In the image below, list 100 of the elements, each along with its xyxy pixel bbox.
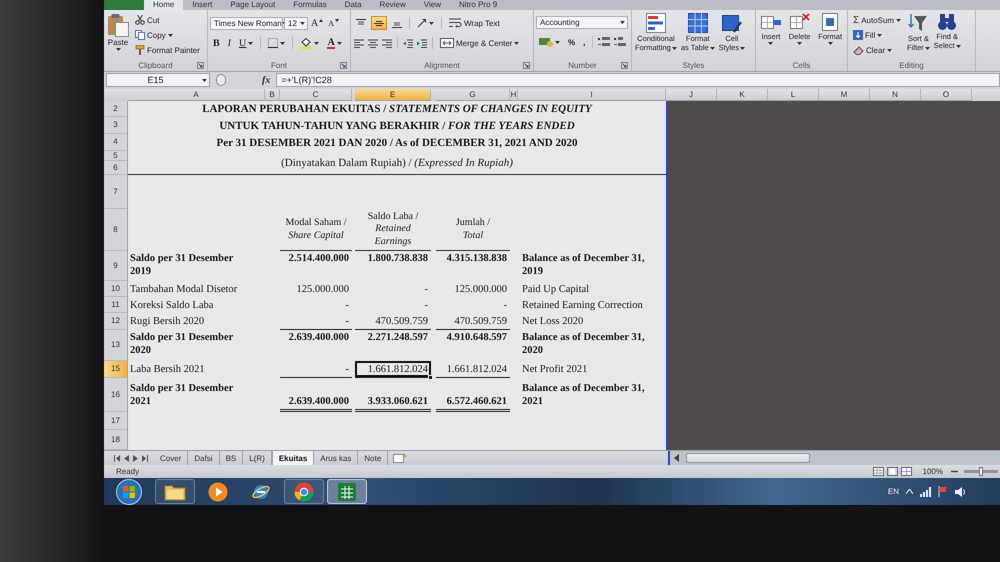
ribbon-tab[interactable]: Home (144, 0, 184, 10)
align-right-icon[interactable] (382, 38, 392, 48)
language-indicator[interactable]: EN (888, 487, 899, 496)
row-header[interactable]: 6 (104, 161, 128, 175)
page-break-view-icon[interactable] (900, 467, 912, 476)
row-header[interactable]: 10 (104, 281, 128, 297)
flag-icon[interactable] (938, 486, 948, 497)
cut-button[interactable]: Cut (132, 13, 203, 27)
ribbon-tab[interactable]: View (414, 0, 450, 10)
sheet-tab[interactable]: Ekuitas (272, 451, 314, 465)
column-header[interactable]: C (280, 89, 352, 101)
caret-icon (555, 40, 560, 44)
speaker-icon[interactable] (955, 486, 966, 496)
font-size-field[interactable]: 12 (284, 16, 308, 30)
increase-indent-icon[interactable] (417, 38, 427, 48)
percent-button[interactable]: % (565, 35, 578, 49)
round-handle-icon[interactable] (216, 74, 226, 86)
formula-field[interactable]: =+'L(R)'!C28 (276, 73, 1000, 87)
grow-font-button[interactable]: A (309, 16, 326, 30)
scroll-left-icon[interactable] (674, 454, 680, 462)
zoom-level-button[interactable]: 100% (922, 467, 943, 476)
decrease-indent-icon[interactable] (403, 38, 413, 48)
italic-button[interactable]: I (224, 36, 234, 50)
start-orb-icon[interactable] (116, 478, 142, 504)
previous-sheet-icon[interactable] (124, 454, 129, 462)
dialog-launcher-icon[interactable] (340, 62, 347, 69)
ribbon-tab[interactable]: Page Layout (221, 0, 284, 10)
copy-button[interactable]: Copy (132, 28, 203, 42)
taskbar-button[interactable] (327, 479, 367, 504)
autosum-button[interactable]: Σ AutoSum (850, 13, 904, 27)
ribbon-tab[interactable]: Insert (183, 0, 222, 10)
fill-handle[interactable] (428, 375, 433, 380)
row-header[interactable]: 16 (104, 378, 128, 412)
row-header[interactable]: 4 (104, 134, 128, 151)
column-header[interactable]: B (265, 89, 280, 101)
underline-button[interactable]: U (236, 36, 256, 50)
normal-view-icon[interactable] (872, 467, 884, 476)
first-sheet-icon[interactable] (114, 454, 120, 462)
scrollbar-thumb[interactable] (686, 453, 810, 463)
paste-button[interactable]: Paste (106, 12, 130, 52)
merge-center-button[interactable]: Merge & Center (437, 36, 522, 50)
font-name-field[interactable]: Times New Roman (210, 16, 283, 30)
next-sheet-icon[interactable] (133, 454, 138, 462)
row-header[interactable]: 11 (104, 297, 128, 313)
format-painter-button[interactable]: Format Painter (132, 43, 203, 57)
caret-icon (710, 46, 715, 50)
increase-decimal-icon[interactable] (598, 37, 610, 47)
row-header[interactable]: 3 (104, 117, 128, 134)
angled-arrow-icon (417, 18, 427, 28)
zoom-slider-thumb[interactable] (979, 467, 983, 476)
zoom-slider[interactable] (964, 470, 998, 473)
fill-button[interactable]: Fill (850, 28, 904, 42)
ribbon-group-label: Clipboard (138, 61, 173, 70)
row-header[interactable]: 8 (104, 209, 128, 251)
column-header[interactable]: E (355, 89, 431, 101)
row-header[interactable]: 7 (104, 175, 128, 209)
row-header[interactable]: 5 (104, 151, 128, 161)
horizontal-scrollbar[interactable] (668, 451, 1000, 465)
ribbon-tab[interactable]: Formulas (284, 0, 336, 10)
shrink-font-button[interactable]: A (326, 16, 342, 30)
last-sheet-icon[interactable] (142, 454, 148, 462)
row-header[interactable]: 17 (104, 412, 128, 430)
new-sheet-icon[interactable] (393, 453, 408, 463)
column-heading: Saldo Laba / Retained Earnings (368, 210, 418, 248)
number-format-field[interactable]: Accounting (536, 16, 628, 29)
ribbon-tab[interactable]: Review (370, 0, 415, 10)
insert-function-button[interactable]: fx (260, 74, 272, 86)
zoom-out-icon[interactable] (951, 468, 958, 475)
taskbar-button[interactable] (284, 479, 324, 504)
row-header[interactable]: 12 (104, 313, 128, 330)
ribbon-tab[interactable]: Data (336, 0, 371, 10)
align-left-icon[interactable] (354, 38, 364, 48)
clear-button[interactable]: Clear (850, 43, 904, 57)
name-box[interactable]: E15 (106, 73, 210, 87)
comma-style-button[interactable]: , (580, 35, 588, 49)
taskbar-button[interactable] (155, 479, 195, 504)
border-icon (268, 38, 278, 48)
currency-button[interactable] (536, 35, 563, 49)
column-header[interactable]: I (518, 89, 666, 101)
ribbon-tab[interactable]: Nitro Pro 9 (450, 0, 506, 10)
wrap-text-button[interactable]: Wrap Text (446, 16, 503, 30)
dialog-launcher-icon[interactable] (197, 62, 204, 69)
row-header[interactable]: 9 (104, 251, 128, 281)
paste-icon (107, 13, 129, 37)
decrease-decimal-icon[interactable] (614, 37, 626, 47)
row-header[interactable]: 15 (104, 361, 128, 378)
column-header[interactable]: G (436, 89, 510, 101)
dialog-launcher-icon[interactable] (621, 62, 628, 69)
network-icon[interactable] (920, 486, 931, 496)
row-header[interactable]: 2 (104, 101, 128, 117)
table-cell-text: Saldo per 31 Desember 2019 (129, 252, 234, 279)
column-header[interactable]: H (510, 89, 518, 101)
align-center-icon[interactable] (368, 38, 378, 48)
dialog-launcher-icon[interactable] (523, 62, 530, 69)
column-header[interactable]: A (128, 89, 265, 101)
font-color-button[interactable]: A (324, 36, 346, 50)
up-caret-icon[interactable] (906, 489, 913, 494)
align-middle-button[interactable] (371, 16, 387, 30)
bold-button[interactable]: B (210, 36, 223, 50)
page-layout-view-icon[interactable] (886, 467, 898, 476)
